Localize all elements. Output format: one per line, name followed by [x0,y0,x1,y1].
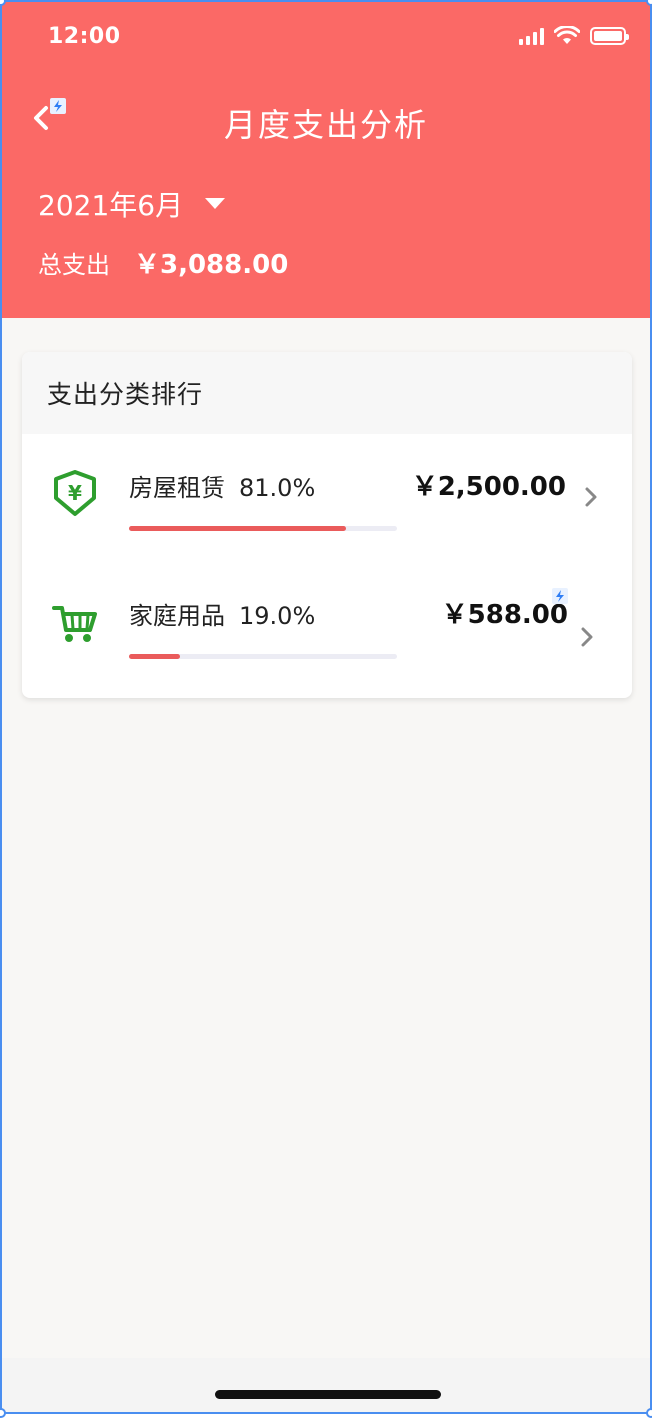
percent-bar [129,526,397,531]
percent-bar-fill [129,654,180,659]
category-label: 家庭用品 [129,602,225,630]
wifi-icon [554,26,580,46]
ranking-row-rent[interactable]: ¥ 房屋租赁 81.0% ￥2,500.00 [22,434,632,562]
page-title: 月度支出分析 [2,100,650,146]
ranking-row-household[interactable]: 家庭用品19.0% ￥588.00 [22,562,632,690]
category-percent: 19.0% [239,602,315,630]
home-indicator[interactable] [215,1390,441,1399]
category-name: 家庭用品 19.0% [129,596,315,631]
percent-bar [129,654,397,659]
caret-down-icon [205,198,225,210]
total-expense: 总支出 ￥3,088.00 [38,244,288,281]
selection-handle [0,1408,6,1418]
chevron-right-icon [580,486,602,508]
month-label: 2021年6月 [38,184,183,224]
battery-icon [590,27,626,45]
category-label: 房屋租赁 [129,474,225,502]
status-time: 12:00 [48,24,121,49]
status-icons [519,26,626,46]
bottom-safe-area [2,1358,650,1414]
total-value: ￥3,088.00 [134,244,288,281]
shopping-cart-icon [50,598,100,648]
percent-bar-fill [129,526,346,531]
signal-icon [519,27,544,45]
selection-handle [646,1408,652,1418]
ranking-card: 支出分类排行 ¥ 房屋租赁 81.0% ￥2,500.00 [22,352,632,698]
category-name: 房屋租赁 81.0% [129,468,315,503]
chevron-right-icon [576,626,598,648]
total-label: 总支出 [38,245,110,280]
category-amount: ￥2,500.00 [412,466,566,503]
svg-text:¥: ¥ [68,481,82,505]
ranking-title: 支出分类排行 [47,375,203,411]
header: 12:00 月度支出分析 2021年6月 [2,2,650,318]
yuan-shield-icon: ¥ [50,468,100,518]
ranking-card-header: 支出分类排行 [22,352,632,434]
app-frame: 12:00 月度支出分析 2021年6月 [0,0,652,1414]
category-percent: 81.0% [239,474,315,502]
month-picker[interactable]: 2021年6月 [38,184,225,224]
flash-badge-icon [550,586,570,606]
